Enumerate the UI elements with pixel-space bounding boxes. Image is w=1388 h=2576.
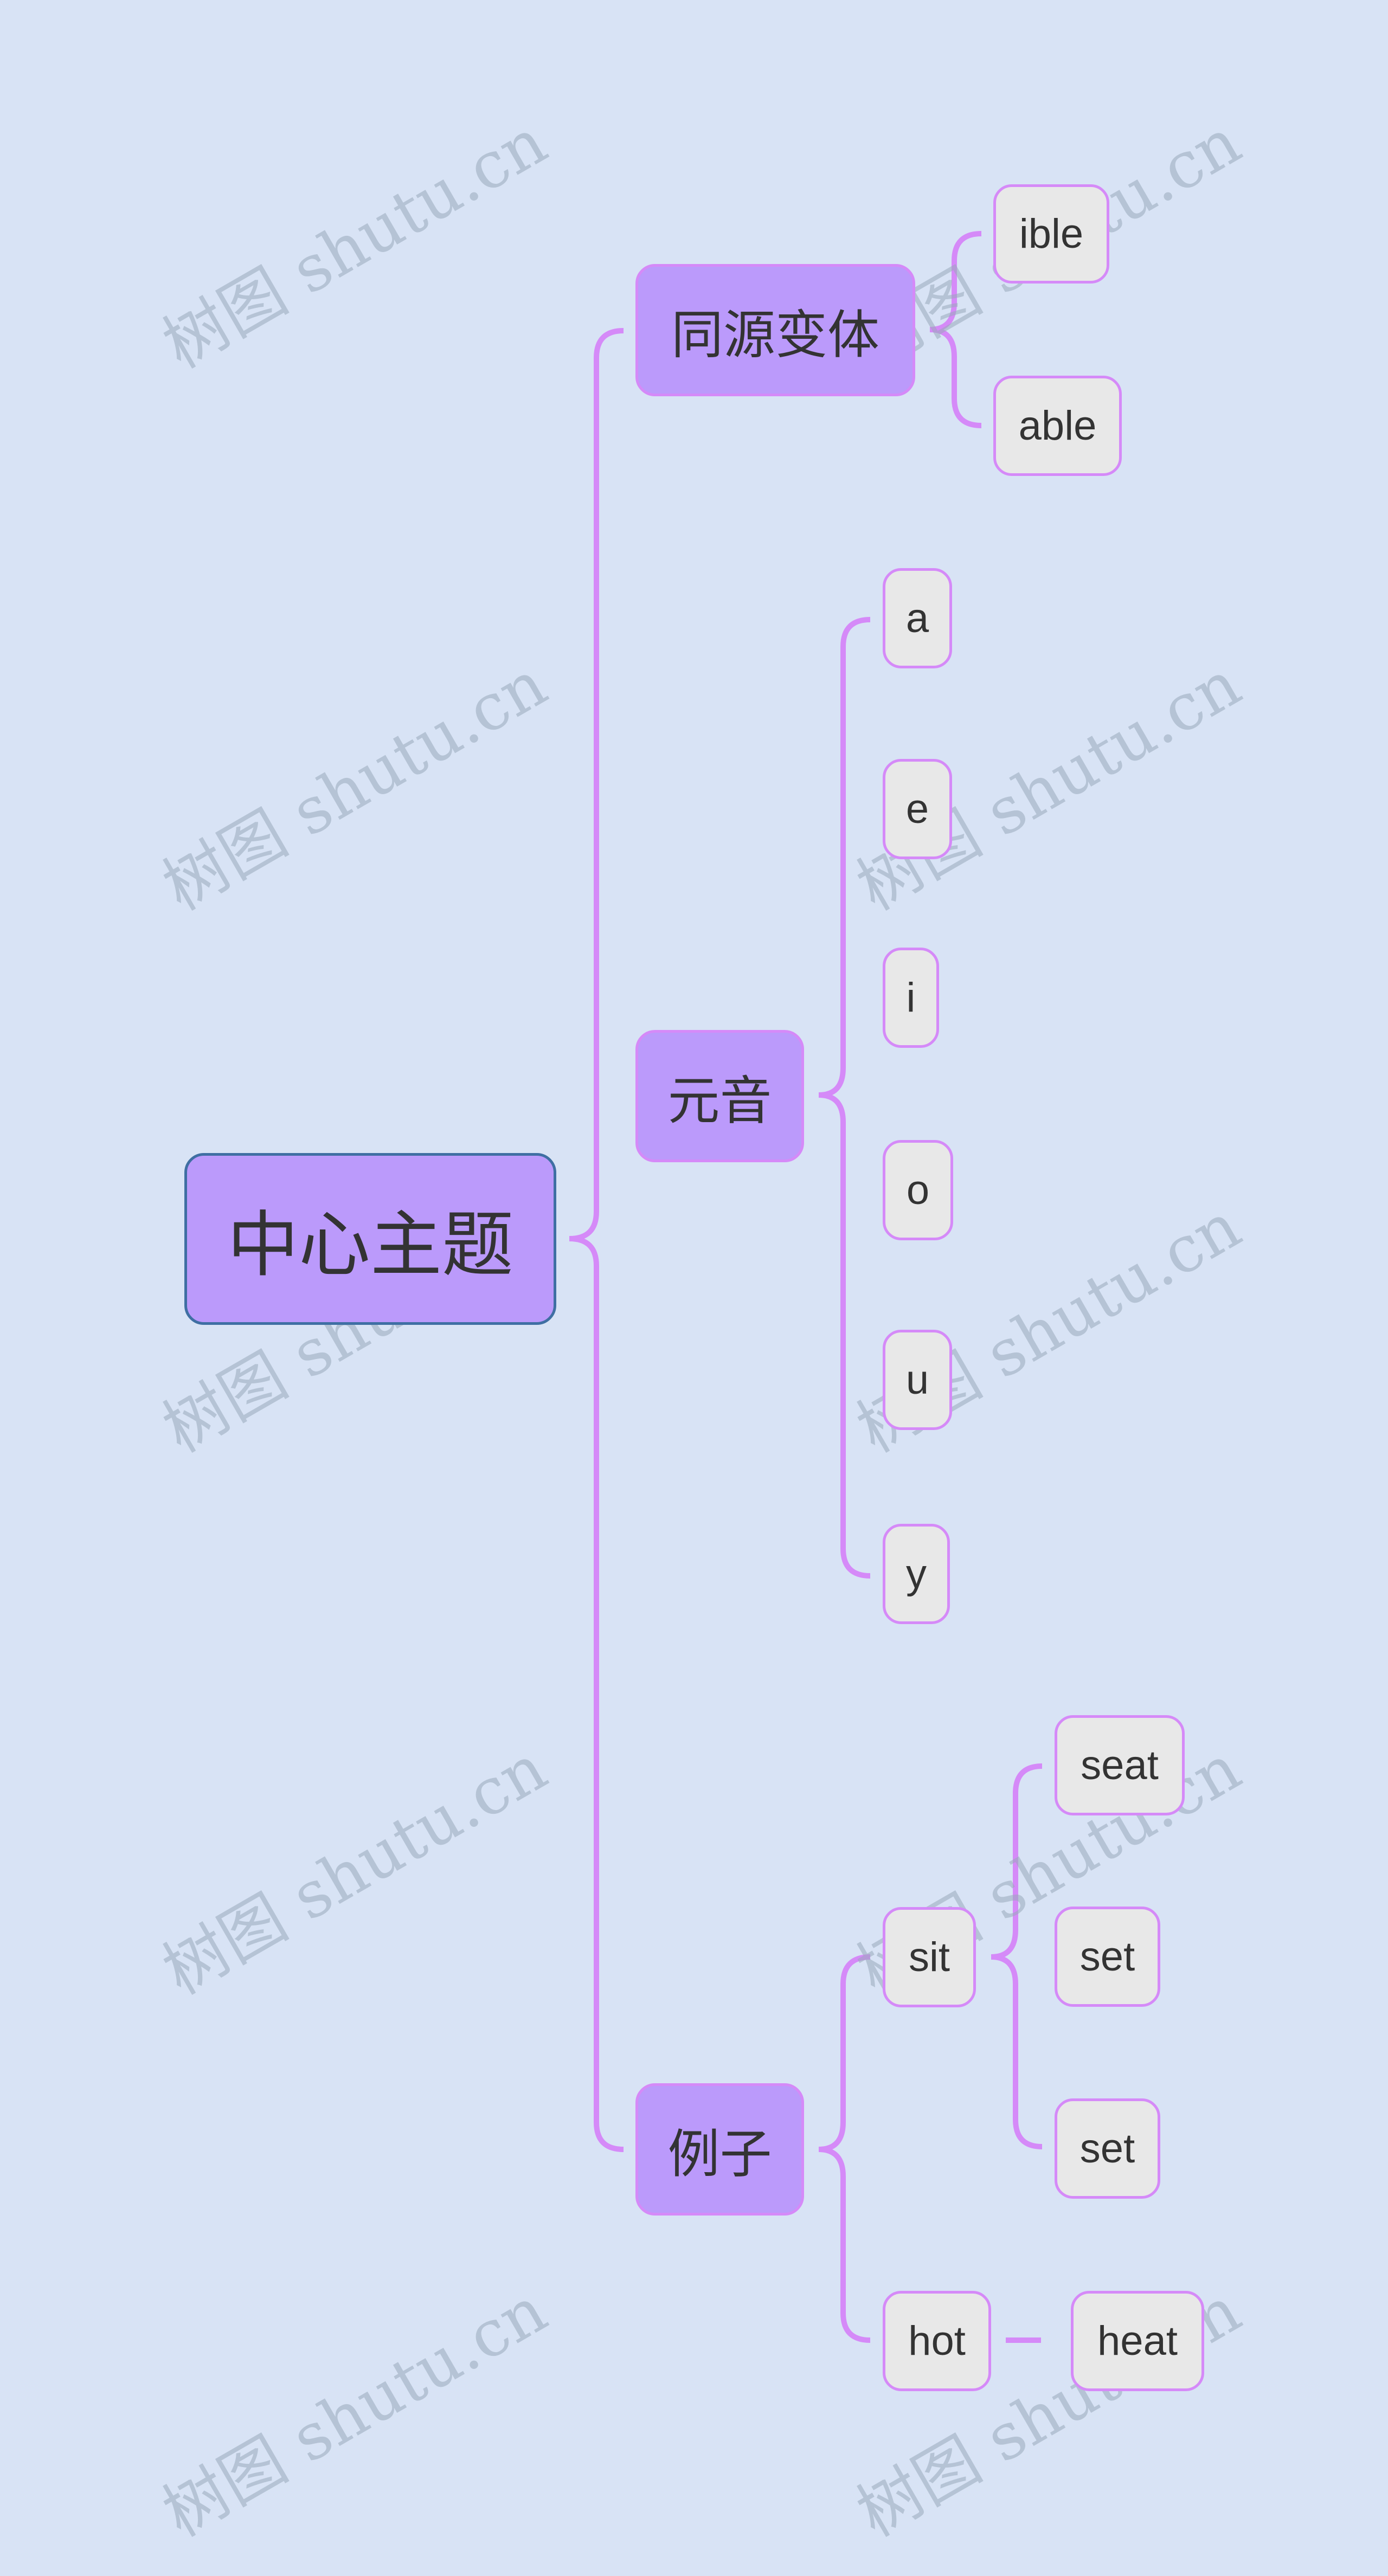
leaf-set[interactable]: set: [1055, 1907, 1160, 2007]
leaf-seat[interactable]: seat: [1055, 1715, 1185, 1815]
connector-branch2-children: [818, 617, 871, 1579]
leaf-sit[interactable]: sit: [883, 1907, 976, 2007]
leaf-vowel-i[interactable]: i: [883, 948, 939, 1048]
leaf-vowel-o[interactable]: o: [883, 1140, 953, 1240]
branch-vowels[interactable]: 元音: [635, 1030, 804, 1162]
leaf-set-2[interactable]: set: [1055, 2098, 1160, 2199]
leaf-able[interactable]: able: [993, 376, 1122, 476]
connector-root-to-branches: [569, 328, 624, 2152]
leaf-vowel-e[interactable]: e: [883, 759, 952, 859]
leaf-vowel-u[interactable]: u: [883, 1330, 952, 1430]
connector-sit-children: [991, 1763, 1043, 2149]
leaf-ible[interactable]: ible: [993, 184, 1109, 284]
branch-cognate-variants[interactable]: 同源变体: [635, 264, 915, 396]
leaf-vowel-y[interactable]: y: [883, 1524, 950, 1624]
branch-examples[interactable]: 例子: [635, 2083, 804, 2216]
connector-branch3-children: [818, 1954, 871, 2343]
leaf-heat[interactable]: heat: [1071, 2291, 1204, 2391]
leaf-vowel-a[interactable]: a: [883, 568, 952, 668]
connector-branch1-children: [929, 231, 982, 428]
root-topic[interactable]: 中心主题: [184, 1153, 556, 1325]
leaf-hot[interactable]: hot: [883, 2291, 991, 2391]
